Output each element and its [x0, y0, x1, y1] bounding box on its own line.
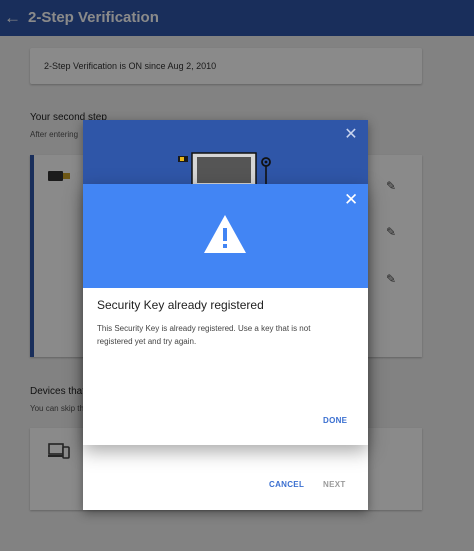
done-button[interactable]: DONE: [323, 416, 347, 425]
setup-dialog-header: ✕: [83, 120, 368, 186]
cancel-button[interactable]: CANCEL: [269, 480, 304, 489]
next-button[interactable]: NEXT: [323, 480, 346, 489]
close-icon[interactable]: ✕: [344, 191, 358, 208]
dialog-title: Security Key already registered: [97, 298, 264, 312]
close-icon[interactable]: ✕: [344, 127, 358, 143]
dialog-message: This Security Key is already registered.…: [97, 324, 311, 346]
error-dialog: ✕ Security Key already registered This S…: [83, 184, 368, 445]
warning-icon: [204, 215, 246, 253]
laptop-usb-illustration: [178, 152, 271, 186]
error-dialog-header: ✕: [83, 184, 368, 288]
